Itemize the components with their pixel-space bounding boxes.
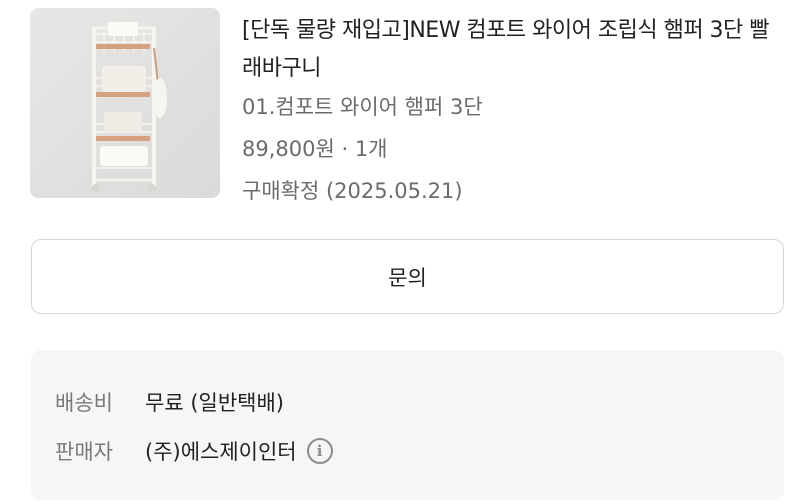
shipping-info-card: 배송비 무료 (일반택배) 판매자 (주)에스제이인터 i xyxy=(31,350,784,500)
shipping-fee-value: 무료 (일반택배) xyxy=(145,391,284,415)
order-detail-page: [단독 물량 재입고]NEW 컴포트 와이어 조립식 햄퍼 3단 빨래바구니 0… xyxy=(0,0,800,504)
product-title[interactable]: [단독 물량 재입고]NEW 컴포트 와이어 조립식 햄퍼 3단 빨래바구니 xyxy=(242,12,770,88)
seller-value: (주)에스제이인터 xyxy=(145,440,297,464)
seller-label: 판매자 xyxy=(55,440,113,464)
shipping-fee-row: 배송비 무료 (일반택배) xyxy=(55,382,284,422)
hamper-illustration xyxy=(92,22,167,192)
order-status: 구매확정 (2025.05.21) xyxy=(242,179,463,203)
product-option: 01.컴포트 와이어 햄퍼 3단 xyxy=(242,95,483,119)
shipping-fee-label: 배송비 xyxy=(55,391,113,415)
seller-row: 판매자 (주)에스제이인터 i xyxy=(55,431,333,471)
product-row[interactable]: [단독 물량 재입고]NEW 컴포트 와이어 조립식 햄퍼 3단 빨래바구니 0… xyxy=(30,8,770,203)
product-price-quantity: 89,800원 · 1개 xyxy=(242,137,388,161)
product-info: [단독 물량 재입고]NEW 컴포트 와이어 조립식 햄퍼 3단 빨래바구니 0… xyxy=(242,8,770,203)
seller-info-icon[interactable]: i xyxy=(306,438,333,464)
inquiry-button[interactable]: 문의 xyxy=(31,239,784,314)
product-thumbnail[interactable] xyxy=(30,8,220,198)
